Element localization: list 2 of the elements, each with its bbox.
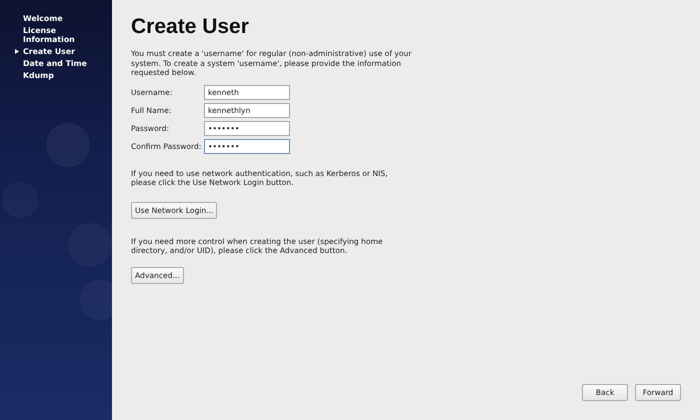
page-title: Create User — [131, 14, 249, 40]
pointer-icon — [15, 49, 19, 54]
